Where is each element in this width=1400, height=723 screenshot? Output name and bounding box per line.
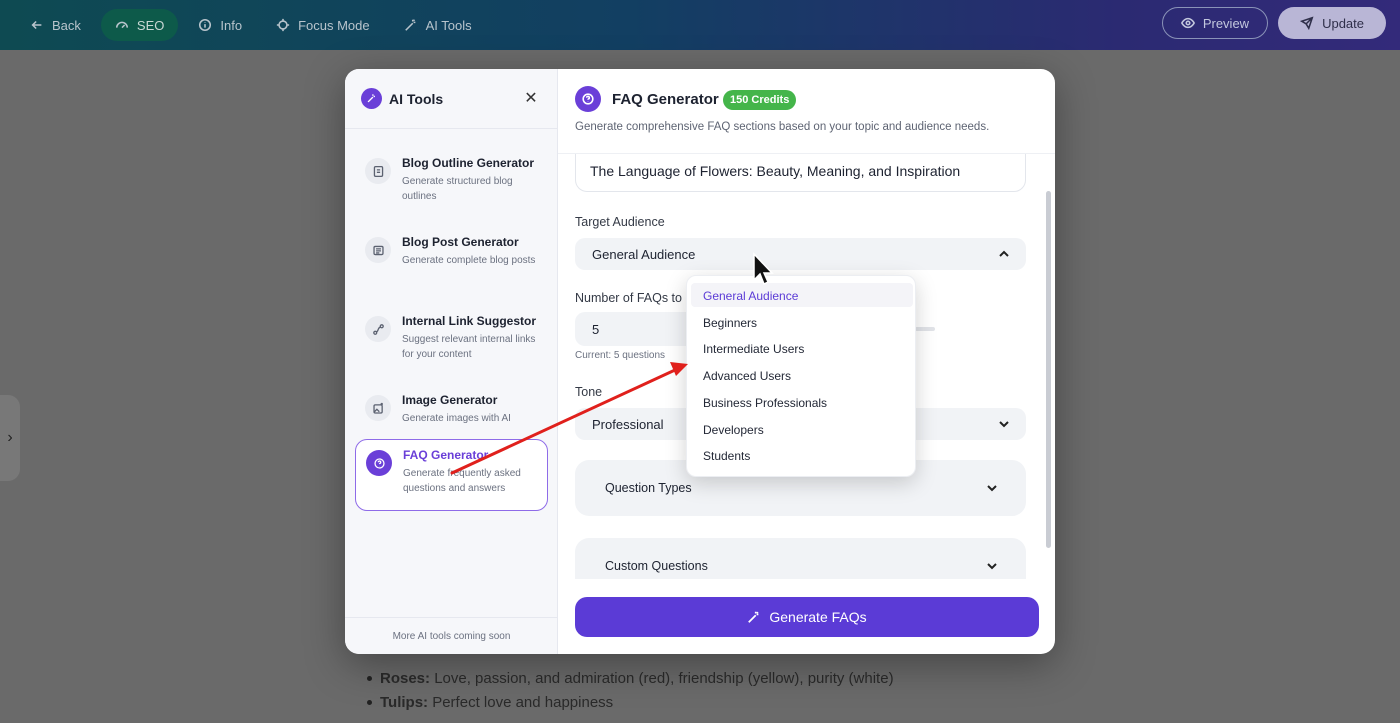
target-audience-value: General Audience — [592, 247, 696, 262]
arrow-left-icon — [31, 20, 42, 30]
send-icon — [1300, 16, 1314, 30]
gauge-icon — [115, 21, 128, 29]
target-audience-select[interactable]: General Audience — [575, 238, 1026, 270]
tool-desc: Generate complete blog posts — [402, 255, 536, 266]
chevron-down-icon — [986, 482, 998, 494]
update-button[interactable]: Update — [1278, 7, 1386, 39]
update-label: Update — [1322, 15, 1364, 31]
panel-subtitle: Generate comprehensive FAQ sections base… — [575, 121, 990, 133]
audience-option[interactable]: Students — [691, 443, 913, 467]
panel-title: FAQ Generator — [612, 91, 719, 108]
back-label: Back — [52, 17, 81, 33]
editor-bullet-line: Roses: Love, passion, and admiration (re… — [380, 670, 894, 687]
credits-badge: 150 Credits — [723, 90, 797, 110]
route-icon — [365, 316, 391, 342]
info-tab[interactable]: Info — [184, 9, 256, 41]
tone-value: Professional — [592, 417, 664, 432]
bullet-text: Perfect love and happiness — [428, 694, 614, 711]
seo-label: SEO — [136, 17, 165, 33]
audience-option[interactable]: General Audience — [691, 283, 913, 307]
bullet-dot — [367, 700, 372, 705]
audience-option[interactable]: Business Professionals — [691, 390, 913, 414]
chevron-down-icon — [998, 418, 1010, 430]
seo-tab[interactable]: SEO — [100, 9, 179, 41]
audience-option[interactable]: Intermediate Users — [691, 336, 913, 360]
article-icon — [365, 237, 391, 263]
scrollbar-thumb[interactable] — [1046, 191, 1051, 548]
custom-questions-label: Custom Questions — [605, 559, 708, 573]
tone-label: Tone — [575, 385, 603, 399]
tool-blog-post-generator[interactable]: Blog Post Generator Generate complete bl… — [355, 227, 548, 299]
preview-label: Preview — [1202, 15, 1250, 31]
document-icon — [365, 158, 391, 184]
tool-faq-generator[interactable]: FAQ Generator Generate frequently asked … — [355, 439, 548, 511]
tool-desc: Generate frequently asked questions and … — [403, 468, 521, 494]
chevron-up-icon — [998, 248, 1010, 260]
tool-name: FAQ Generator — [403, 448, 489, 462]
question-types-label: Question Types — [605, 481, 692, 495]
ai-tools-tab[interactable]: AI Tools — [390, 9, 486, 41]
num-faqs-hint: Current: 5 questions — [575, 350, 666, 361]
bullet-term: Tulips: — [380, 694, 429, 711]
tool-desc: Suggest relevant internal links for your… — [402, 334, 536, 360]
tool-name: Blog Outline Generator — [402, 156, 535, 170]
close-icon[interactable]: ✕ — [523, 91, 539, 107]
focus-mode-label: Focus Mode — [298, 17, 370, 33]
custom-questions-accordion[interactable]: Custom Questions — [575, 538, 1026, 579]
ai-tools-label: AI Tools — [425, 17, 472, 33]
tool-name: Image Generator — [402, 393, 498, 407]
audience-option[interactable]: Advanced Users — [691, 363, 913, 387]
tool-desc: Generate structured blog outlines — [402, 176, 513, 202]
mouse-cursor-icon — [753, 252, 774, 286]
editor-bullet-line: Tulips: Perfect love and happiness — [380, 694, 613, 711]
topic-input[interactable]: The Language of Flowers: Beauty, Meaning… — [575, 154, 1026, 192]
tool-name: Internal Link Suggestor — [402, 314, 537, 328]
info-icon — [199, 18, 212, 32]
bullet-text: Love, passion, and admiration (red), fri… — [430, 670, 894, 687]
num-faqs-label: Number of FAQs to G — [575, 291, 696, 305]
ai-tools-sidebar: AI Tools ✕ Blog Outline Generator Genera… — [345, 69, 558, 654]
bullet-term: Roses: — [380, 670, 431, 687]
info-label: Info — [220, 17, 243, 33]
eye-icon — [1180, 17, 1195, 29]
chevron-right-icon: › — [7, 429, 13, 446]
sidebar-footer: More AI tools coming soon — [345, 617, 558, 654]
tool-blog-outline-generator[interactable]: Blog Outline Generator Generate structur… — [355, 148, 548, 220]
tool-internal-link-suggestor[interactable]: Internal Link Suggestor Suggest relevant… — [355, 306, 548, 378]
question-icon — [575, 86, 601, 112]
audience-option[interactable]: Beginners — [691, 310, 913, 334]
image-sparkle-icon — [365, 395, 391, 421]
audience-option[interactable]: Developers — [691, 417, 913, 441]
crosshair-icon — [276, 18, 290, 32]
chevron-down-icon — [986, 560, 998, 572]
tool-desc: Generate images with AI — [402, 413, 511, 424]
question-icon — [366, 450, 392, 476]
magic-wand-icon — [748, 611, 759, 623]
magic-wand-icon — [361, 88, 382, 109]
preview-button[interactable]: Preview — [1161, 7, 1269, 39]
target-audience-dropdown: General Audience Beginners Intermediate … — [686, 275, 916, 477]
tool-name: Blog Post Generator — [402, 235, 519, 249]
generate-faqs-button[interactable]: Generate FAQs — [575, 597, 1039, 637]
num-faqs-slider[interactable] — [915, 327, 935, 331]
back-button[interactable]: Back — [16, 9, 95, 41]
sidebar-title: AI Tools — [389, 90, 444, 107]
expand-sidebar-handle[interactable]: › — [0, 395, 20, 481]
focus-mode-tab[interactable]: Focus Mode — [262, 9, 384, 41]
top-toolbar: Back SEO Info Focus Mode AI Tools Previe… — [0, 0, 1400, 50]
magic-wand-icon — [404, 19, 415, 31]
target-audience-label: Target Audience — [575, 215, 665, 229]
generate-faqs-label: Generate FAQs — [769, 609, 867, 625]
bullet-dot — [367, 676, 372, 681]
